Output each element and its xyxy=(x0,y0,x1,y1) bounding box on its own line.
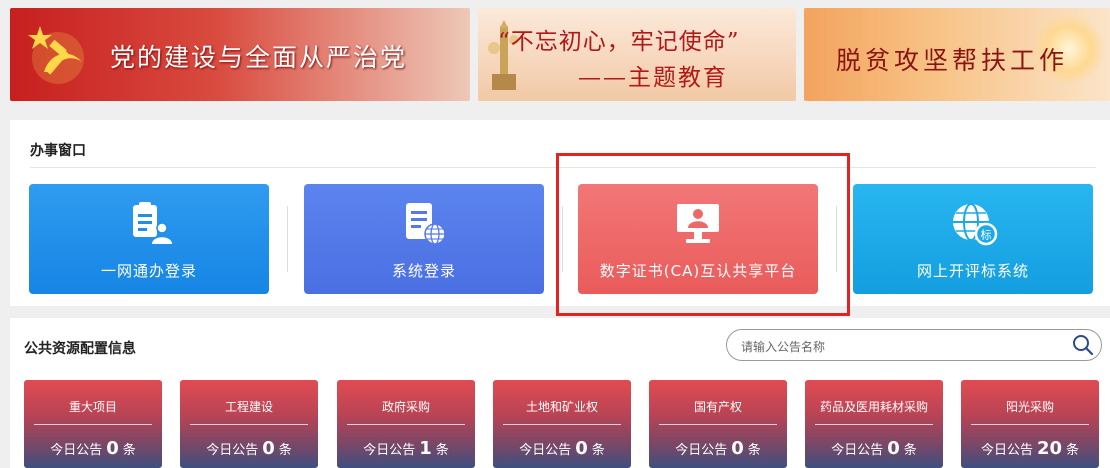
banner-theme-education-line2: ——主题教育 xyxy=(578,65,728,91)
category-card-government-procurement[interactable]: 政府采购 今日公告 1 条 xyxy=(337,380,475,468)
today-notice-count: 今日公告 20 条 xyxy=(980,438,1080,459)
public-resource-title: 公共资源配置信息 xyxy=(24,341,136,357)
category-card-land-mining[interactable]: 土地和矿业权 今日公告 0 条 xyxy=(493,380,631,468)
divider xyxy=(34,424,152,425)
globe-bid-icon: 标 xyxy=(953,203,998,246)
category-title: 土地和矿业权 xyxy=(525,400,598,414)
divider xyxy=(190,424,308,425)
today-notice-count: 今日公告 0 条 xyxy=(831,438,917,459)
category-card-engineering[interactable]: 工程建设 今日公告 0 条 xyxy=(180,380,318,468)
search-icon[interactable] xyxy=(1071,333,1095,357)
banner-theme-education-line1: “不忘初心，牢记使命” xyxy=(498,29,740,55)
today-notice-count: 今日公告 0 条 xyxy=(50,438,136,459)
document-globe-icon xyxy=(406,203,446,245)
notice-search-box[interactable]: 请输入公告名称 xyxy=(726,329,1102,361)
banner-party-building-text: 党的建设与全面从严治党 xyxy=(110,43,408,72)
banner-poverty-alleviation[interactable]: 脱贫攻坚帮扶工作 xyxy=(804,8,1110,101)
category-title: 药品及医用耗材采购 xyxy=(819,400,928,414)
category-title: 阳光采购 xyxy=(1005,400,1054,414)
banner-strip: 党的建设与全面从严治党 “不忘初心，牢记使命” ——主题教育 脱贫攻坚帮扶工作 xyxy=(0,0,1110,108)
category-title: 工程建设 xyxy=(224,400,273,414)
svg-text:标: 标 xyxy=(981,228,992,242)
banner-party-building[interactable]: 党的建设与全面从严治党 xyxy=(10,8,470,101)
separator xyxy=(287,206,288,272)
category-card-state-property[interactable]: 国有产权 今日公告 0 条 xyxy=(649,380,787,468)
divider xyxy=(503,424,621,425)
today-notice-count: 今日公告 1 条 xyxy=(363,438,449,459)
category-title: 重大项目 xyxy=(68,400,117,414)
system-login-button[interactable]: 系统登录 xyxy=(304,184,544,294)
online-bidding-label: 网上开评标系统 xyxy=(916,262,1029,280)
search-input[interactable]: 请输入公告名称 xyxy=(741,338,825,355)
divider xyxy=(347,424,465,425)
category-title: 国有产权 xyxy=(693,400,742,414)
banner-theme-education[interactable]: “不忘初心，牢记使命” ——主题教育 xyxy=(478,8,796,101)
clipboard-user-icon xyxy=(133,202,172,244)
today-notice-count: 今日公告 0 条 xyxy=(675,438,761,459)
online-bidding-button[interactable]: 标 网上开评标系统 xyxy=(853,184,1093,294)
banner-poverty-alleviation-text: 脱贫攻坚帮扶工作 xyxy=(836,46,1069,75)
one-stop-login-button[interactable]: 一网通办登录 xyxy=(29,184,269,294)
category-card-sunshine-procurement[interactable]: 阳光采购 今日公告 20 条 xyxy=(961,380,1099,468)
service-window-title: 办事窗口 xyxy=(30,143,86,159)
category-title: 政府采购 xyxy=(381,400,430,414)
divider xyxy=(659,424,777,425)
today-notice-count: 今日公告 0 条 xyxy=(206,438,292,459)
public-resource-panel: 公共资源配置信息 请输入公告名称 重大项目 今日公告 0 条 工程建设 今日公告 0 条… xyxy=(10,318,1110,468)
today-notice-count: 今日公告 0 条 xyxy=(519,438,605,459)
highlight-box xyxy=(556,153,850,316)
category-card-medical-procurement[interactable]: 药品及医用耗材采购 今日公告 0 条 xyxy=(805,380,943,468)
divider xyxy=(815,424,933,425)
system-login-label: 系统登录 xyxy=(391,262,456,280)
party-emblem-icon xyxy=(28,26,84,84)
one-stop-login-label: 一网通办登录 xyxy=(100,262,197,280)
category-card-major-projects[interactable]: 重大项目 今日公告 0 条 xyxy=(24,380,162,468)
divider xyxy=(971,424,1089,425)
